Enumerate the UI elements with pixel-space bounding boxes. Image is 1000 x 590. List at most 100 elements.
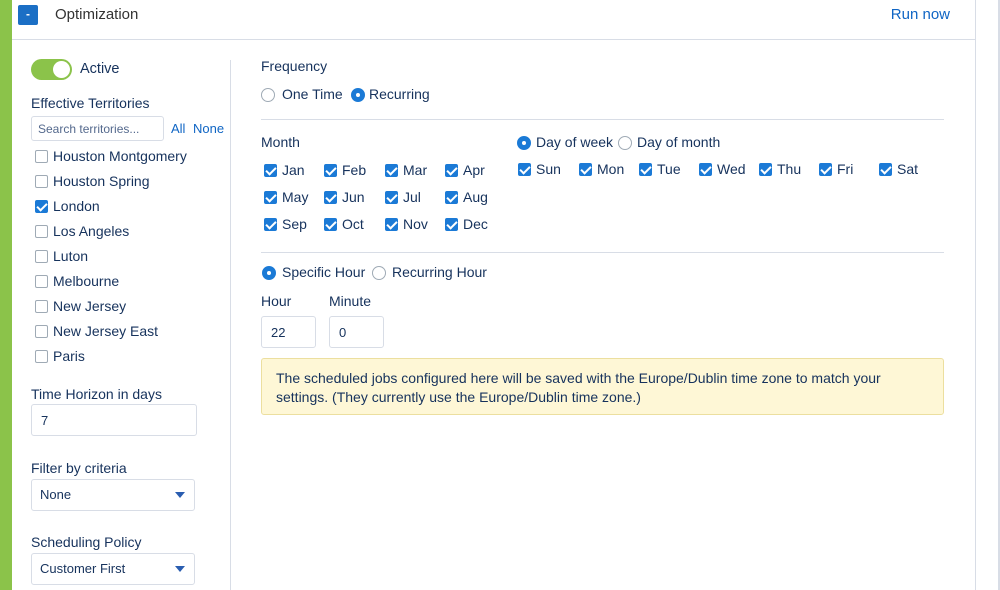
territory-item-checkbox[interactable] <box>35 250 48 263</box>
chevron-down-icon <box>175 492 185 498</box>
hour-mode-option-radio[interactable] <box>262 266 276 280</box>
month-item-checkbox[interactable] <box>264 164 277 177</box>
territory-item-checkbox[interactable] <box>35 200 48 213</box>
weekday-item-label: Sun <box>536 161 561 177</box>
territory-item-checkbox[interactable] <box>35 275 48 288</box>
frequency-option-label: One Time <box>282 86 343 102</box>
weekday-item-label: Thu <box>777 161 802 177</box>
month-item-label: Aug <box>463 189 488 205</box>
weekday-item-checkbox[interactable] <box>518 163 531 176</box>
month-item-label: Apr <box>463 162 485 178</box>
time-horizon-label: Time Horizon in days <box>31 386 162 402</box>
territory-item-label: Melbourne <box>53 273 120 289</box>
weekday-item-checkbox[interactable] <box>879 163 892 176</box>
day-mode-option-radio[interactable] <box>517 136 531 150</box>
select-none-link[interactable]: None <box>193 121 224 136</box>
territory-item-checkbox[interactable] <box>35 325 48 338</box>
hour-input[interactable] <box>261 316 316 348</box>
frequency-option-radio[interactable] <box>261 88 275 102</box>
divider <box>261 119 944 120</box>
territory-item-label: Paris <box>53 348 85 364</box>
hour-label: Hour <box>261 293 292 309</box>
chevron-down-icon <box>175 566 185 572</box>
status-accent-bar <box>0 0 12 590</box>
run-now-link[interactable]: Run now <box>891 6 950 23</box>
month-label: Month <box>261 134 300 150</box>
weekday-item-checkbox[interactable] <box>759 163 772 176</box>
divider <box>261 252 944 253</box>
minute-input[interactable] <box>329 316 384 348</box>
territory-item-checkbox[interactable] <box>35 350 48 363</box>
frequency-option-radio[interactable] <box>351 88 365 102</box>
month-item-checkbox[interactable] <box>324 218 337 231</box>
hour-mode-option-label: Recurring Hour <box>392 264 487 280</box>
territory-item-label: Luton <box>53 248 89 264</box>
section-title: Optimization <box>55 6 139 23</box>
frequency-option-label: Recurring <box>369 86 430 102</box>
filter-select-value: None <box>40 487 72 502</box>
filter-label: Filter by criteria <box>31 460 127 476</box>
month-item-label: Oct <box>342 216 364 232</box>
weekday-item-label: Wed <box>717 161 746 177</box>
select-all-link[interactable]: All <box>171 121 185 136</box>
weekday-item-label: Mon <box>597 161 625 177</box>
hour-mode-option-radio[interactable] <box>372 266 386 280</box>
territory-item-label: Houston Montgomery <box>53 148 187 164</box>
territory-item-checkbox[interactable] <box>35 225 48 238</box>
month-item-label: Sep <box>282 216 307 232</box>
time-horizon-input[interactable] <box>31 404 197 436</box>
filter-select[interactable]: None <box>31 479 195 511</box>
timezone-notice: The scheduled jobs configured here will … <box>261 358 944 415</box>
territory-item-checkbox[interactable] <box>35 150 48 163</box>
month-item-checkbox[interactable] <box>385 164 398 177</box>
month-item-checkbox[interactable] <box>385 191 398 204</box>
policy-label: Scheduling Policy <box>31 534 142 550</box>
month-item-checkbox[interactable] <box>445 218 458 231</box>
weekday-item-checkbox[interactable] <box>819 163 832 176</box>
month-item-checkbox[interactable] <box>324 191 337 204</box>
weekday-item-label: Fri <box>837 161 854 177</box>
toggle-knob <box>53 61 70 78</box>
day-mode-option-label: Day of month <box>637 134 721 150</box>
month-item-label: Jul <box>403 189 421 205</box>
territory-item-label: Los Angeles <box>53 223 130 239</box>
month-item-checkbox[interactable] <box>264 218 277 231</box>
territories-label: Effective Territories <box>31 95 150 111</box>
policy-select[interactable]: Customer First <box>31 553 195 585</box>
territory-item-label: Houston Spring <box>53 173 150 189</box>
territory-item-checkbox[interactable] <box>35 175 48 188</box>
month-item-checkbox[interactable] <box>324 164 337 177</box>
frequency-label: Frequency <box>261 58 328 74</box>
collapse-button[interactable]: - <box>18 5 38 25</box>
column-divider <box>230 60 231 590</box>
panel-right-border <box>975 0 976 590</box>
month-item-checkbox[interactable] <box>264 191 277 204</box>
day-mode-option-label: Day of week <box>536 134 614 150</box>
territory-item-checkbox[interactable] <box>35 300 48 313</box>
policy-select-value: Customer First <box>40 561 126 576</box>
weekday-item-label: Tue <box>657 161 681 177</box>
month-item-label: Feb <box>342 162 367 178</box>
territory-item-label: New Jersey East <box>53 323 159 339</box>
hour-mode-option-label: Specific Hour <box>282 264 366 280</box>
territory-item-label: New Jersey <box>53 298 127 314</box>
section-header: - Optimization Run now <box>12 0 975 40</box>
month-item-checkbox[interactable] <box>385 218 398 231</box>
weekday-item-checkbox[interactable] <box>579 163 592 176</box>
month-item-label: Jun <box>342 189 365 205</box>
month-item-checkbox[interactable] <box>445 164 458 177</box>
month-item-label: Nov <box>403 216 428 232</box>
weekday-item-checkbox[interactable] <box>699 163 712 176</box>
territory-search-input[interactable] <box>31 116 164 141</box>
month-item-label: Jan <box>282 162 305 178</box>
month-item-checkbox[interactable] <box>445 191 458 204</box>
day-mode-option-radio[interactable] <box>618 136 632 150</box>
weekday-item-checkbox[interactable] <box>639 163 652 176</box>
month-item-label: Mar <box>403 162 428 178</box>
territory-item-label: London <box>53 198 100 214</box>
weekday-item-label: Sat <box>897 161 919 177</box>
active-toggle[interactable] <box>31 59 72 80</box>
active-label: Active <box>80 61 120 77</box>
month-item-label: Dec <box>463 216 488 232</box>
minute-label: Minute <box>329 293 372 309</box>
